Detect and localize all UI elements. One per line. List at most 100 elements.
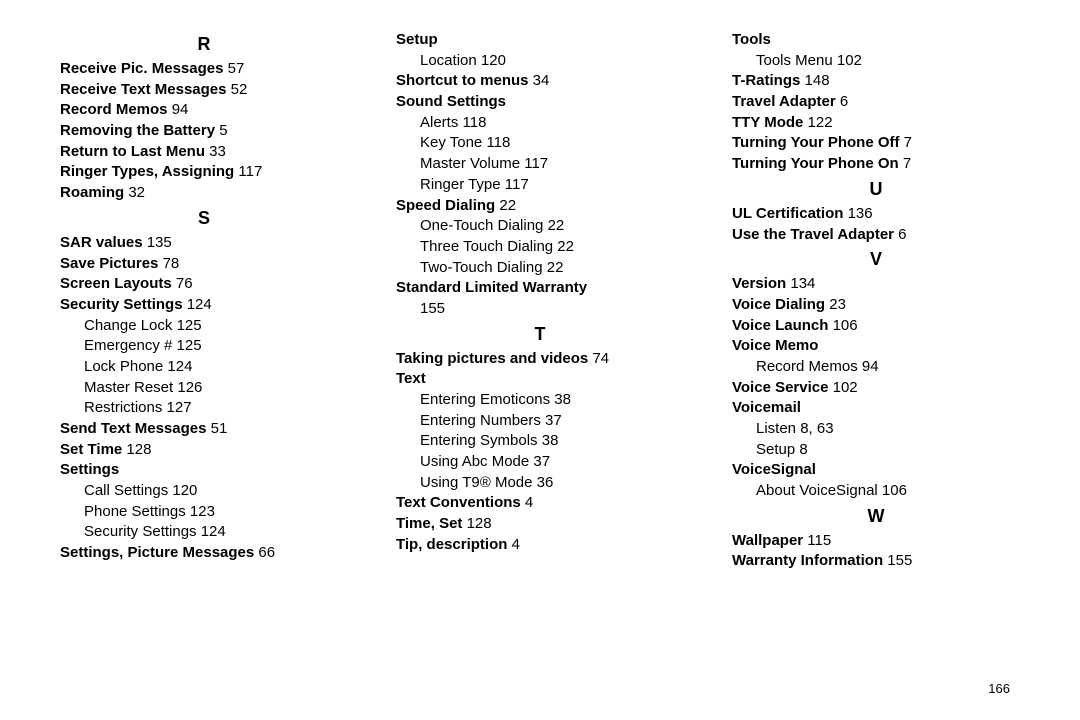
entry-topic: Voice Service xyxy=(732,379,828,396)
entry-topic: Roaming xyxy=(60,184,124,201)
index-subentry: Tools Menu 102 xyxy=(756,51,1020,72)
column-2: SetupLocation 120Shortcut to menus 34Sou… xyxy=(396,30,684,572)
index-subentry: Entering Emoticons 38 xyxy=(420,390,684,411)
entry-topic: Warranty Information xyxy=(732,552,883,569)
index-entry: Voice Dialing 23 xyxy=(732,295,1020,316)
entry-topic: SAR values xyxy=(60,234,143,251)
section-letter: T xyxy=(396,324,684,345)
index-entry: Save Pictures 78 xyxy=(60,254,348,275)
index-subentry: Record Memos 94 xyxy=(756,357,1020,378)
entry-topic: Return to Last Menu xyxy=(60,143,205,160)
entry-page: 106 xyxy=(828,317,857,334)
entry-topic: Voice Memo xyxy=(732,337,818,354)
index-subentry: One-Touch Dialing 22 xyxy=(420,216,684,237)
column-1: RReceive Pic. Messages 57Receive Text Me… xyxy=(60,30,348,572)
index-entry: Setup xyxy=(396,30,684,51)
entry-topic: Setup xyxy=(396,31,438,48)
entry-page: 124 xyxy=(183,296,212,313)
section-letter: W xyxy=(732,506,1020,527)
index-subentry: Lock Phone 124 xyxy=(84,357,348,378)
entry-topic: Receive Pic. Messages xyxy=(60,60,223,77)
entry-page: 32 xyxy=(124,184,145,201)
entry-page: 134 xyxy=(786,275,815,292)
index-entry: Wallpaper 115 xyxy=(732,531,1020,552)
index-entry: Text xyxy=(396,369,684,390)
index-entry: Standard Limited Warranty xyxy=(396,278,684,299)
entry-topic: Shortcut to menus xyxy=(396,72,529,89)
index-subentry: Security Settings 124 xyxy=(84,522,348,543)
entry-page: 4 xyxy=(521,494,534,511)
entry-topic: Time, Set xyxy=(396,515,462,532)
entry-topic: Use the Travel Adapter xyxy=(732,226,894,243)
page-number: 166 xyxy=(988,681,1010,696)
index-entry: Version 134 xyxy=(732,274,1020,295)
entry-topic: Version xyxy=(732,275,786,292)
index-entry: Turning Your Phone Off 7 xyxy=(732,133,1020,154)
entry-topic: Text xyxy=(396,370,426,387)
index-entry: Roaming 32 xyxy=(60,183,348,204)
column-3: ToolsTools Menu 102T-Ratings 148Travel A… xyxy=(732,30,1020,572)
entry-page: 74 xyxy=(588,350,609,367)
entry-page: 117 xyxy=(234,163,262,180)
index-subentry: Entering Numbers 37 xyxy=(420,411,684,432)
index-entry: Tip, description 4 xyxy=(396,535,684,556)
index-subentry: Restrictions 127 xyxy=(84,398,348,419)
entry-topic: Ringer Types, Assigning xyxy=(60,163,234,180)
index-entry: UL Certification 136 xyxy=(732,204,1020,225)
entry-page: 34 xyxy=(529,72,550,89)
entry-topic: Sound Settings xyxy=(396,93,506,110)
index-entry: Sound Settings xyxy=(396,92,684,113)
index-entry: Settings xyxy=(60,460,348,481)
entry-page: 7 xyxy=(899,155,912,172)
index-entry: Taking pictures and videos 74 xyxy=(396,349,684,370)
index-entry: Use the Travel Adapter 6 xyxy=(732,225,1020,246)
entry-page: 66 xyxy=(254,544,275,561)
index-subentry: Phone Settings 123 xyxy=(84,502,348,523)
section-letter: S xyxy=(60,208,348,229)
entry-topic: VoiceSignal xyxy=(732,461,816,478)
index-subentry: Master Volume 117 xyxy=(420,154,684,175)
index-entry: Turning Your Phone On 7 xyxy=(732,154,1020,175)
entry-page: 6 xyxy=(894,226,907,243)
entry-page: 33 xyxy=(205,143,226,160)
index-entry: Settings, Picture Messages 66 xyxy=(60,543,348,564)
index-entry: T-Ratings 148 xyxy=(732,71,1020,92)
index-entry: Removing the Battery 5 xyxy=(60,121,348,142)
entry-topic: Travel Adapter xyxy=(732,93,836,110)
entry-page: 135 xyxy=(143,234,172,251)
entry-page: 7 xyxy=(899,134,912,151)
entry-page: 128 xyxy=(122,441,151,458)
entry-topic: Settings, Picture Messages xyxy=(60,544,254,561)
index-subentry: Master Reset 126 xyxy=(84,378,348,399)
entry-page: 51 xyxy=(206,420,227,437)
entry-page: 78 xyxy=(158,255,179,272)
section-letter: V xyxy=(732,249,1020,270)
entry-topic: Speed Dialing xyxy=(396,197,495,214)
section-letter: R xyxy=(60,34,348,55)
index-subentry: Ringer Type 117 xyxy=(420,175,684,196)
index-entry: Return to Last Menu 33 xyxy=(60,142,348,163)
entry-page: 52 xyxy=(227,81,248,98)
entry-topic: Voice Launch xyxy=(732,317,828,334)
index-subentry: Using T9® Mode 36 xyxy=(420,473,684,494)
index-entry: Voicemail xyxy=(732,398,1020,419)
index-entry: Speed Dialing 22 xyxy=(396,196,684,217)
entry-page: 6 xyxy=(836,93,849,110)
index-entry: Voice Memo xyxy=(732,336,1020,357)
index-entry: Voice Launch 106 xyxy=(732,316,1020,337)
entry-topic: Text Conventions xyxy=(396,494,521,511)
index-subentry: Emergency # 125 xyxy=(84,336,348,357)
entry-page: 23 xyxy=(825,296,846,313)
index-subentry: Alerts 118 xyxy=(420,113,684,134)
index-entry: Receive Pic. Messages 57 xyxy=(60,59,348,80)
entry-page: 148 xyxy=(800,72,829,89)
entry-topic: Standard Limited Warranty xyxy=(396,279,587,296)
index-subentry: Setup 8 xyxy=(756,440,1020,461)
index-entry: Security Settings 124 xyxy=(60,295,348,316)
entry-topic: Turning Your Phone Off xyxy=(732,134,899,151)
index-entry: Set Time 128 xyxy=(60,440,348,461)
index-subentry: Three Touch Dialing 22 xyxy=(420,237,684,258)
index-subentry: Two-Touch Dialing 22 xyxy=(420,258,684,279)
index-entry: Shortcut to menus 34 xyxy=(396,71,684,92)
index-entry: SAR values 135 xyxy=(60,233,348,254)
